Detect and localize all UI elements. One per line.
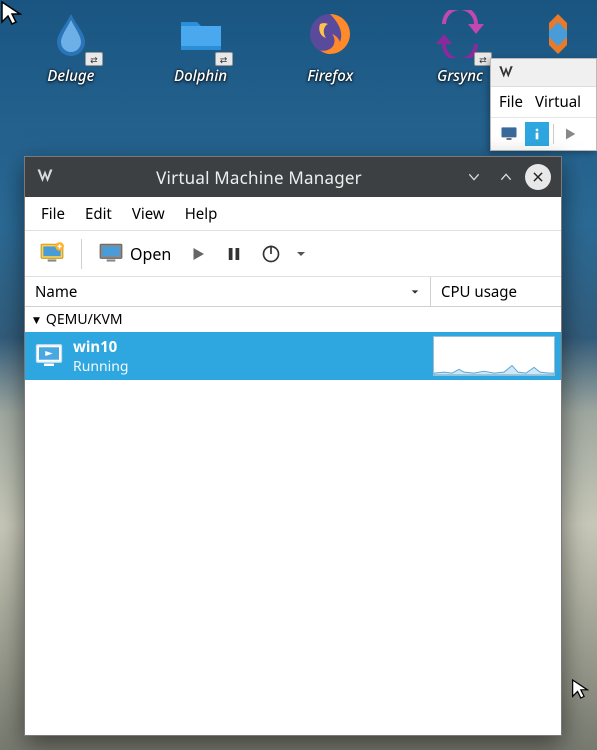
desktop-icon-firefox[interactable]: Firefox: [289, 10, 371, 140]
secondary-toolbar: [491, 118, 596, 150]
grsync-icon: ⇄: [436, 10, 484, 58]
chevron-down-icon: [295, 248, 307, 260]
column-name[interactable]: Name: [25, 277, 431, 306]
vm-tree: ▼ QEMU/KVM win10 Running: [25, 307, 561, 735]
desktop-icon-grsync[interactable]: ⇄ Grsync: [419, 10, 501, 140]
minimize-button[interactable]: [461, 164, 487, 190]
window-title: Virtual Machine Manager: [63, 166, 455, 189]
column-cpu[interactable]: CPU usage: [431, 277, 561, 306]
column-name-label: Name: [35, 282, 77, 302]
secondary-menu-file[interactable]: File: [499, 92, 523, 112]
connection-label: QEMU/KVM: [46, 310, 123, 329]
close-button[interactable]: [525, 164, 551, 190]
secondary-titlebar[interactable]: [491, 59, 596, 87]
maximize-button[interactable]: [493, 164, 519, 190]
vm-running-icon: [25, 332, 73, 380]
column-headers: Name CPU usage: [25, 277, 561, 307]
monitor-icon: [98, 241, 124, 267]
vm-text: win10 Running: [73, 332, 433, 380]
secondary-monitor-icon[interactable]: [497, 122, 521, 146]
deluge-icon: ⇄: [47, 10, 95, 58]
pause-icon: [225, 245, 243, 263]
desktop-icon-deluge[interactable]: ⇄ Deluge: [30, 10, 112, 140]
partial-icon: [549, 10, 567, 58]
titlebar[interactable]: Virtual Machine Manager: [25, 157, 561, 197]
menu-view[interactable]: View: [124, 200, 173, 228]
play-icon: [189, 245, 207, 263]
open-button[interactable]: Open: [92, 237, 177, 271]
firefox-icon: [306, 10, 354, 58]
vm-app-icon: [35, 167, 55, 187]
shutdown-menu-button[interactable]: [293, 237, 313, 271]
cpu-usage-graph: [433, 336, 555, 376]
new-vm-button[interactable]: [33, 237, 71, 271]
menu-help[interactable]: Help: [177, 200, 226, 228]
vm-app-icon: [497, 64, 515, 82]
desktop-icon-label: Deluge: [47, 66, 94, 86]
secondary-info-icon[interactable]: [525, 122, 549, 146]
toolbar-separator: [81, 239, 82, 269]
menu-edit[interactable]: Edit: [77, 200, 120, 228]
secondary-menu-virtual[interactable]: Virtual: [535, 92, 581, 112]
chevron-up-icon: [498, 169, 514, 185]
shutdown-button[interactable]: [255, 237, 287, 271]
menubar: File Edit View Help: [25, 197, 561, 231]
menu-file[interactable]: File: [33, 200, 73, 228]
column-cpu-label: CPU usage: [441, 282, 517, 302]
chevron-down-icon: [410, 287, 420, 297]
connection-row[interactable]: ▼ QEMU/KVM: [25, 307, 561, 332]
dolphin-icon: ⇄: [177, 10, 225, 58]
vm-state: Running: [73, 357, 433, 376]
close-icon: [531, 170, 545, 184]
chevron-down-icon: [466, 169, 482, 185]
power-icon: [261, 244, 281, 264]
open-button-label: Open: [130, 243, 171, 265]
desktop-icon-label: Grsync: [437, 66, 483, 86]
vm-row[interactable]: win10 Running: [25, 332, 561, 380]
desktop-icon-label: Dolphin: [174, 66, 227, 86]
toolbar: Open: [25, 231, 561, 277]
vm-name: win10: [73, 337, 433, 357]
secondary-play-icon[interactable]: [558, 122, 582, 146]
desktop-icon-label: Firefox: [307, 66, 353, 86]
secondary-window: File Virtual: [490, 58, 597, 151]
pause-button[interactable]: [219, 237, 249, 271]
disclosure-triangle-icon: ▼: [33, 313, 40, 326]
main-window: Virtual Machine Manager File Edit View H…: [24, 156, 562, 736]
secondary-menubar: File Virtual: [491, 87, 596, 118]
desktop-icon-dolphin[interactable]: ⇄ Dolphin: [160, 10, 242, 140]
new-monitor-icon: [39, 241, 65, 267]
run-button[interactable]: [183, 237, 213, 271]
cursor-icon: [571, 678, 589, 700]
